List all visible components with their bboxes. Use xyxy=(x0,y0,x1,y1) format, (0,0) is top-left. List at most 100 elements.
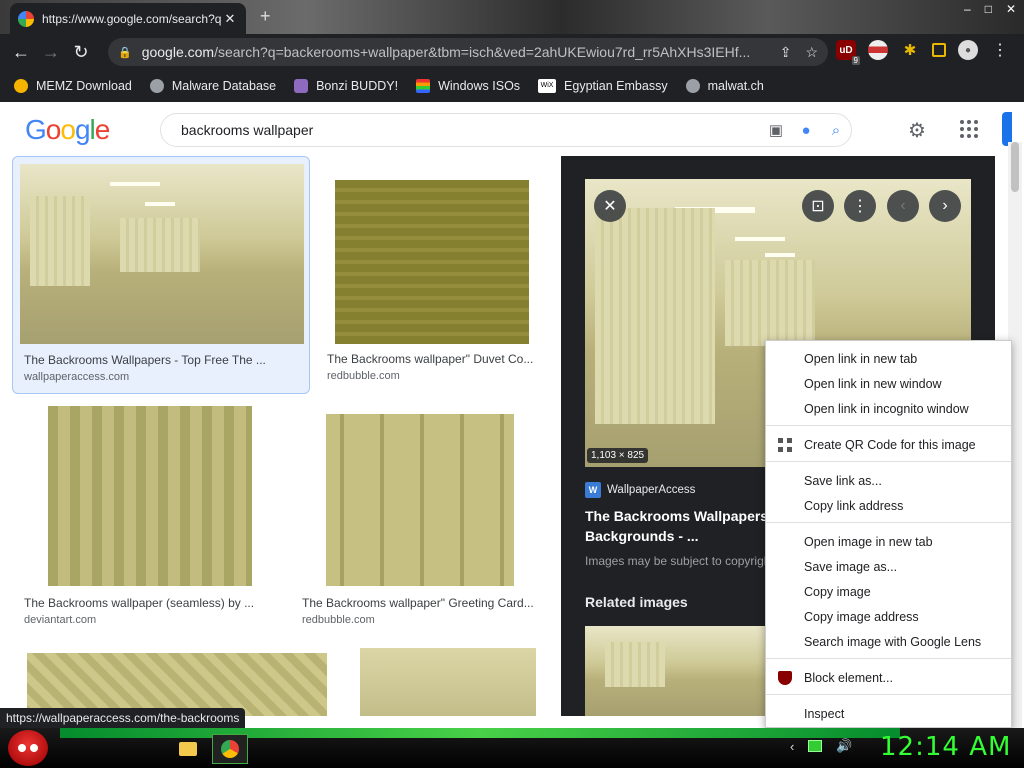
result-thumbnail[interactable] xyxy=(20,164,304,344)
close-tab-icon[interactable]: ✕ xyxy=(222,11,238,27)
search-input[interactable]: backrooms wallpaper ▣ ● ⌕ xyxy=(160,113,852,147)
menu-save-link-as[interactable]: Save link as... xyxy=(766,469,1011,493)
bookmark-malwatch[interactable]: malwat.ch xyxy=(685,79,764,93)
menu-search-google-lens[interactable]: Search image with Google Lens xyxy=(766,630,1011,654)
show-hidden-icons-icon[interactable]: ‹ xyxy=(790,739,794,754)
result-source: redbubble.com xyxy=(327,370,400,382)
menu-open-image-new-tab[interactable]: Open image in new tab xyxy=(766,530,1011,554)
bookmark-label: malwat.ch xyxy=(707,79,764,93)
menu-save-image-as[interactable]: Save image as... xyxy=(766,555,1011,579)
scrollbar-thumb[interactable] xyxy=(1011,142,1019,192)
bookmark-malware-database[interactable]: Malware Database xyxy=(149,79,276,93)
folder-icon xyxy=(179,742,197,756)
close-window-button[interactable]: ✕ xyxy=(1006,2,1016,16)
flag-extension-icon[interactable] xyxy=(868,40,888,60)
search-query: backrooms wallpaper xyxy=(181,122,314,138)
profile-avatar-icon[interactable]: ● xyxy=(958,40,978,60)
previous-image-icon[interactable]: ‹ xyxy=(887,190,919,222)
menu-item-label: Save link as... xyxy=(804,474,882,488)
camera-icon[interactable]: ▣ xyxy=(761,121,791,139)
next-image-icon[interactable]: › xyxy=(929,190,961,222)
image-results-grid: The Backrooms Wallpapers - Top Free The … xyxy=(0,156,560,716)
bookmark-egyptian-embassy[interactable]: WiX Egyptian Embassy xyxy=(538,79,668,93)
related-image-thumbnail[interactable] xyxy=(585,626,785,716)
close-preview-icon[interactable]: ✕ xyxy=(594,190,626,222)
chrome-taskbar-button[interactable] xyxy=(212,734,248,764)
lock-icon: 🔒 xyxy=(118,46,132,59)
menu-item-label: Create QR Code for this image xyxy=(804,438,976,452)
settings-gear-icon[interactable]: ⚙ xyxy=(908,118,926,143)
chrome-menu-icon[interactable]: ⋮ xyxy=(990,40,1010,60)
result-thumbnail[interactable] xyxy=(27,653,327,716)
maximize-button[interactable]: □ xyxy=(985,2,992,16)
menu-copy-image-address[interactable]: Copy image address xyxy=(766,605,1011,629)
extensions-area: uD 9 ✱ ● ⋮ xyxy=(836,40,1010,65)
menu-item-label: Save image as... xyxy=(804,560,898,574)
ublock-shield-icon xyxy=(778,671,792,685)
menu-open-link-new-window[interactable]: Open link in new window xyxy=(766,372,1011,396)
qr-code-icon xyxy=(778,438,792,452)
bookmark-memz[interactable]: MEMZ Download xyxy=(14,79,132,93)
address-bar[interactable]: 🔒 google.com/search?q=backerooms+wallpap… xyxy=(108,38,828,66)
image-result[interactable]: The Backrooms Wallpapers - Top Free The … xyxy=(12,156,310,394)
minimize-button[interactable]: – xyxy=(964,2,971,16)
result-thumbnail[interactable] xyxy=(326,414,514,586)
result-thumbnail[interactable] xyxy=(48,406,252,586)
menu-open-link-incognito[interactable]: Open link in incognito window xyxy=(766,397,1011,421)
menu-copy-image[interactable]: Copy image xyxy=(766,580,1011,604)
image-dimensions: 1,103 × 825 xyxy=(587,448,649,463)
menu-create-qr-code[interactable]: Create QR Code for this image xyxy=(766,433,1011,457)
menu-block-element[interactable]: Block element... xyxy=(766,666,1011,690)
google-header: Google backrooms wallpaper ▣ ● ⌕ ⚙ xyxy=(0,102,1024,156)
network-icon[interactable] xyxy=(808,740,823,752)
file-explorer-taskbar-icon[interactable] xyxy=(170,734,206,764)
image-result[interactable]: The Backrooms wallpaper" Duvet Co... red… xyxy=(320,156,548,394)
side-panel-icon[interactable] xyxy=(932,43,946,57)
microphone-icon[interactable]: ● xyxy=(791,122,821,139)
logo-letter: G xyxy=(25,114,47,145)
menu-inspect[interactable]: Inspect xyxy=(766,702,1011,726)
menu-separator xyxy=(766,522,1011,523)
back-arrow-icon[interactable]: ← xyxy=(6,37,36,67)
rainbow-flag-icon xyxy=(416,79,431,93)
bookmark-windows-isos[interactable]: Windows ISOs xyxy=(416,79,520,93)
bookmark-label: Bonzi BUDDY! xyxy=(316,79,399,93)
menu-item-label: Open image in new tab xyxy=(804,535,933,549)
more-options-icon[interactable]: ⋮ xyxy=(844,190,876,222)
result-source: deviantart.com xyxy=(24,614,97,626)
result-source: wallpaperaccess.com xyxy=(24,371,130,383)
preview-source[interactable]: W WallpaperAccess xyxy=(585,482,695,498)
start-button-angry-bird-icon[interactable] xyxy=(8,730,48,766)
new-tab-button[interactable]: + xyxy=(260,6,271,27)
context-menu: Open link in new tab Open link in new wi… xyxy=(765,340,1012,728)
taskbar-clock[interactable]: 12:14 AM xyxy=(880,732,1011,762)
result-thumbnail[interactable] xyxy=(360,648,536,716)
reload-icon[interactable]: ↻ xyxy=(66,37,96,67)
sign-in-button[interactable] xyxy=(1002,112,1012,146)
link-status-bubble: https://wallpaperaccess.com/the-backroom… xyxy=(0,708,246,728)
result-thumbnail[interactable] xyxy=(335,180,529,344)
desktop-screen: https://www.google.com/search?q= ✕ + – □… xyxy=(0,0,1024,768)
google-lens-icon[interactable]: ⊡ xyxy=(802,190,834,222)
extensions-puzzle-icon[interactable]: ✱ xyxy=(900,40,920,60)
search-icon[interactable]: ⌕ xyxy=(821,122,851,139)
result-caption: The Backrooms Wallpapers - Top Free The … xyxy=(24,353,266,367)
browser-tab[interactable]: https://www.google.com/search?q= ✕ xyxy=(10,3,246,34)
logo-letter: o xyxy=(60,114,76,145)
forward-arrow-icon[interactable]: → xyxy=(36,37,66,67)
google-apps-icon[interactable] xyxy=(960,120,978,138)
ublock-origin-icon[interactable]: uD 9 xyxy=(836,40,860,65)
menu-open-link-new-tab[interactable]: Open link in new tab xyxy=(766,347,1011,371)
result-source: redbubble.com xyxy=(302,614,375,626)
bookmark-star-icon[interactable]: ☆ xyxy=(805,44,818,61)
menu-copy-link-address[interactable]: Copy link address xyxy=(766,494,1011,518)
volume-icon[interactable]: 🔊 xyxy=(836,738,852,754)
share-icon[interactable]: ⇪ xyxy=(780,44,792,61)
bookmark-bonzi-buddy[interactable]: Bonzi BUDDY! xyxy=(294,79,398,93)
image-result[interactable]: The Backrooms wallpaper" Greeting Card..… xyxy=(298,404,544,626)
image-result[interactable]: The Backrooms wallpaper (seamless) by ..… xyxy=(20,404,282,626)
wix-icon: WiX xyxy=(538,79,557,93)
google-logo[interactable]: Google xyxy=(25,114,110,146)
bookmarks-bar: MEMZ Download Malware Database Bonzi BUD… xyxy=(0,70,1024,102)
tab-title: https://www.google.com/search?q= xyxy=(42,11,222,26)
